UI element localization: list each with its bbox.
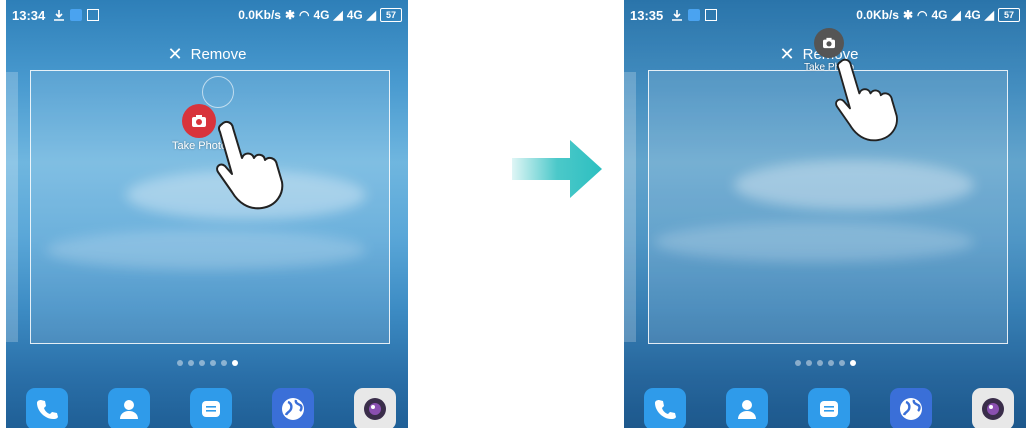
adjacent-page-edge xyxy=(624,72,636,342)
network-type-2: 4G xyxy=(964,8,981,22)
page-dot[interactable] xyxy=(176,360,183,366)
page-dot[interactable] xyxy=(220,360,227,366)
status-bar: 13:34 0.0Kb/s ✱ ◠ 4G ◢ 4G ◢ 57 xyxy=(6,0,408,30)
bluetooth-icon: ✱ xyxy=(284,8,296,22)
page-dot[interactable] xyxy=(838,360,845,366)
battery-level: 57 xyxy=(380,8,402,22)
adjacent-page-edge xyxy=(6,72,18,342)
signal-icon: ◢ xyxy=(333,8,343,22)
hand-pointer-icon xyxy=(216,120,284,210)
messages-icon xyxy=(820,401,838,417)
battery-level: 57 xyxy=(998,8,1020,22)
network-type-1: 4G xyxy=(931,8,948,22)
status-time: 13:35 xyxy=(630,7,664,23)
messages-app[interactable] xyxy=(808,388,850,428)
phone-icon xyxy=(37,400,58,419)
download-icon xyxy=(53,9,65,21)
camera-icon xyxy=(823,37,835,49)
transition-arrow-icon xyxy=(512,140,602,198)
signal-icon: ◢ xyxy=(366,8,376,22)
app-notification-icon xyxy=(688,9,701,21)
network-speed: 0.0Kb/s xyxy=(856,8,899,22)
browser-app[interactable] xyxy=(890,388,932,428)
page-indicator xyxy=(624,360,1026,366)
contacts-app[interactable] xyxy=(726,388,768,428)
network-type-1: 4G xyxy=(313,8,330,22)
hand-pointer-icon xyxy=(835,58,898,142)
page-dot[interactable] xyxy=(187,360,194,366)
page-dot-active[interactable] xyxy=(849,360,856,366)
dock xyxy=(6,384,408,428)
page-indicator xyxy=(6,360,408,366)
dock xyxy=(624,384,1026,428)
contacts-app[interactable] xyxy=(108,388,150,428)
page-dot[interactable] xyxy=(198,360,205,366)
phone-app[interactable] xyxy=(26,388,68,428)
download-icon xyxy=(671,9,683,21)
page-dot[interactable] xyxy=(805,360,812,366)
page-dot[interactable] xyxy=(794,360,801,366)
screen-after: 13:35 0.0Kb/s ✱ ◠ 4G ◢ 4G ◢ 57 ✕Remove T… xyxy=(624,0,1026,428)
camera-lens-icon xyxy=(982,398,1004,420)
signal-icon: ◢ xyxy=(984,8,994,22)
page-dot[interactable] xyxy=(209,360,216,366)
signal-icon: ◢ xyxy=(951,8,961,22)
globe-icon xyxy=(900,398,922,420)
remove-zone[interactable]: ✕ Remove xyxy=(6,44,408,65)
image-notification-icon xyxy=(87,9,100,21)
close-icon: ✕ xyxy=(167,44,183,64)
widget-placeholder xyxy=(202,76,234,108)
page-dot[interactable] xyxy=(827,360,834,366)
status-bar: 13:35 0.0Kb/s ✱ ◠ 4G ◢ 4G ◢ 57 xyxy=(624,0,1026,30)
messages-app[interactable] xyxy=(190,388,232,428)
browser-app[interactable] xyxy=(272,388,314,428)
network-speed: 0.0Kb/s xyxy=(238,8,281,22)
wifi-icon: ◠ xyxy=(917,8,928,22)
camera-lens-icon xyxy=(364,398,386,420)
messages-icon xyxy=(202,401,220,417)
phone-app[interactable] xyxy=(644,388,686,428)
page-dot[interactable] xyxy=(816,360,823,366)
app-notification-icon xyxy=(70,9,83,21)
screen-before: 13:34 0.0Kb/s ✱ ◠ 4G ◢ 4G ◢ 57 ✕ Remove T… xyxy=(6,0,408,428)
status-time: 13:34 xyxy=(12,7,46,23)
network-type-2: 4G xyxy=(346,8,363,22)
close-icon: ✕ xyxy=(779,44,795,64)
wifi-icon: ◠ xyxy=(299,8,310,22)
globe-icon xyxy=(282,398,304,420)
camera-app[interactable] xyxy=(972,388,1014,428)
camera-app[interactable] xyxy=(354,388,396,428)
contacts-icon xyxy=(120,400,138,419)
image-notification-icon xyxy=(705,9,718,21)
phone-icon xyxy=(655,400,676,419)
contacts-icon xyxy=(738,400,756,419)
bluetooth-icon: ✱ xyxy=(902,8,914,22)
page-dot-active[interactable] xyxy=(231,360,238,366)
remove-label: Remove xyxy=(190,46,247,63)
